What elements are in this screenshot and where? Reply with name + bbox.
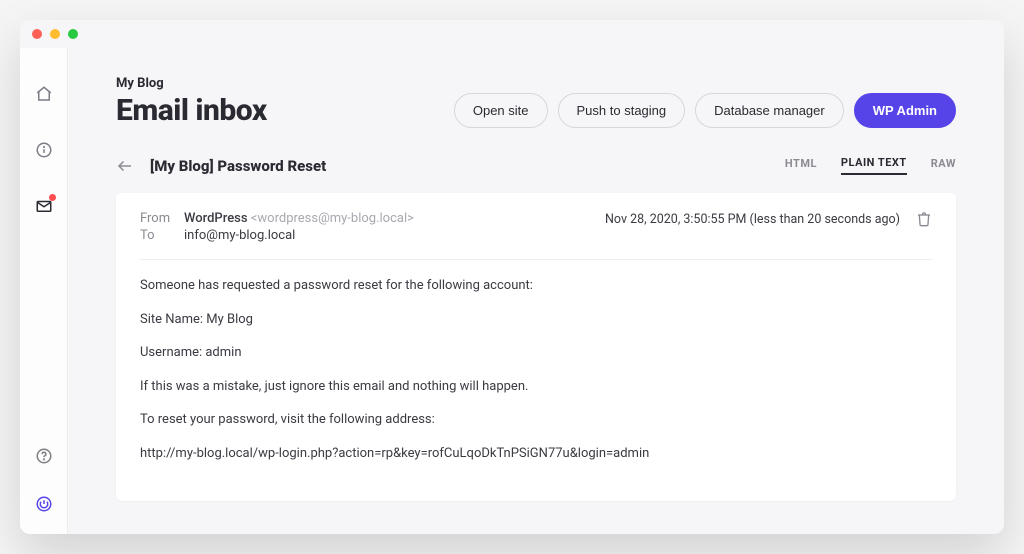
back-arrow-icon[interactable] <box>116 157 134 175</box>
trash-icon[interactable] <box>916 211 932 227</box>
window-maximize-button[interactable] <box>68 29 78 39</box>
tab-plain-text[interactable]: PLAIN TEXT <box>841 156 907 175</box>
body-line: Username: admin <box>140 343 932 363</box>
info-icon[interactable] <box>34 140 54 160</box>
home-icon[interactable] <box>34 84 54 104</box>
from-name: WordPress <box>184 211 248 226</box>
email-card: From WordPress <wordpress@my-blog.local>… <box>116 193 956 501</box>
wp-admin-button[interactable]: WP Admin <box>854 93 956 128</box>
power-icon[interactable] <box>34 494 54 514</box>
body-line: Someone has requested a password reset f… <box>140 276 932 296</box>
page-header: My Blog Email inbox Open site Push to st… <box>116 76 956 128</box>
from-email: <wordpress@my-blog.local> <box>251 211 414 226</box>
email-meta-left: From WordPress <wordpress@my-blog.local>… <box>140 211 414 245</box>
page-title: Email inbox <box>116 93 267 128</box>
to-email: info@my-blog.local <box>184 228 295 243</box>
push-to-staging-button[interactable]: Push to staging <box>558 93 686 128</box>
notification-badge <box>49 194 56 201</box>
email-meta: From WordPress <wordpress@my-blog.local>… <box>140 211 932 260</box>
database-manager-button[interactable]: Database manager <box>695 93 844 128</box>
window-minimize-button[interactable] <box>50 29 60 39</box>
from-label: From <box>140 211 176 226</box>
email-timestamp: Nov 28, 2020, 3:50:55 PM (less than 20 s… <box>605 212 900 227</box>
tab-html[interactable]: HTML <box>785 157 817 174</box>
tab-raw[interactable]: RAW <box>931 157 956 174</box>
body-line: http://my-blog.local/wp-login.php?action… <box>140 444 932 464</box>
to-label: To <box>140 228 176 243</box>
main-content: My Blog Email inbox Open site Push to st… <box>68 48 1004 534</box>
email-subheader: [My Blog] Password Reset HTML PLAIN TEXT… <box>116 156 956 175</box>
body-line: Site Name: My Blog <box>140 310 932 330</box>
email-subject: [My Blog] Password Reset <box>150 157 326 175</box>
header-titles: My Blog Email inbox <box>116 76 267 128</box>
view-tabs: HTML PLAIN TEXT RAW <box>785 156 956 175</box>
sidebar <box>20 48 68 534</box>
mail-icon[interactable] <box>34 196 54 216</box>
open-site-button[interactable]: Open site <box>454 93 548 128</box>
help-icon[interactable] <box>34 446 54 466</box>
site-name: My Blog <box>116 76 267 91</box>
header-actions: Open site Push to staging Database manag… <box>454 93 956 128</box>
from-row: From WordPress <wordpress@my-blog.local> <box>140 211 414 226</box>
email-meta-right: Nov 28, 2020, 3:50:55 PM (less than 20 s… <box>605 211 932 227</box>
app-body: My Blog Email inbox Open site Push to st… <box>20 48 1004 534</box>
subheader-left: [My Blog] Password Reset <box>116 157 326 175</box>
to-row: To info@my-blog.local <box>140 228 414 243</box>
window-titlebar <box>20 20 1004 48</box>
body-line: If this was a mistake, just ignore this … <box>140 377 932 397</box>
window-close-button[interactable] <box>32 29 42 39</box>
body-line: To reset your password, visit the follow… <box>140 410 932 430</box>
email-body: Someone has requested a password reset f… <box>140 276 932 463</box>
app-window: My Blog Email inbox Open site Push to st… <box>20 20 1004 534</box>
